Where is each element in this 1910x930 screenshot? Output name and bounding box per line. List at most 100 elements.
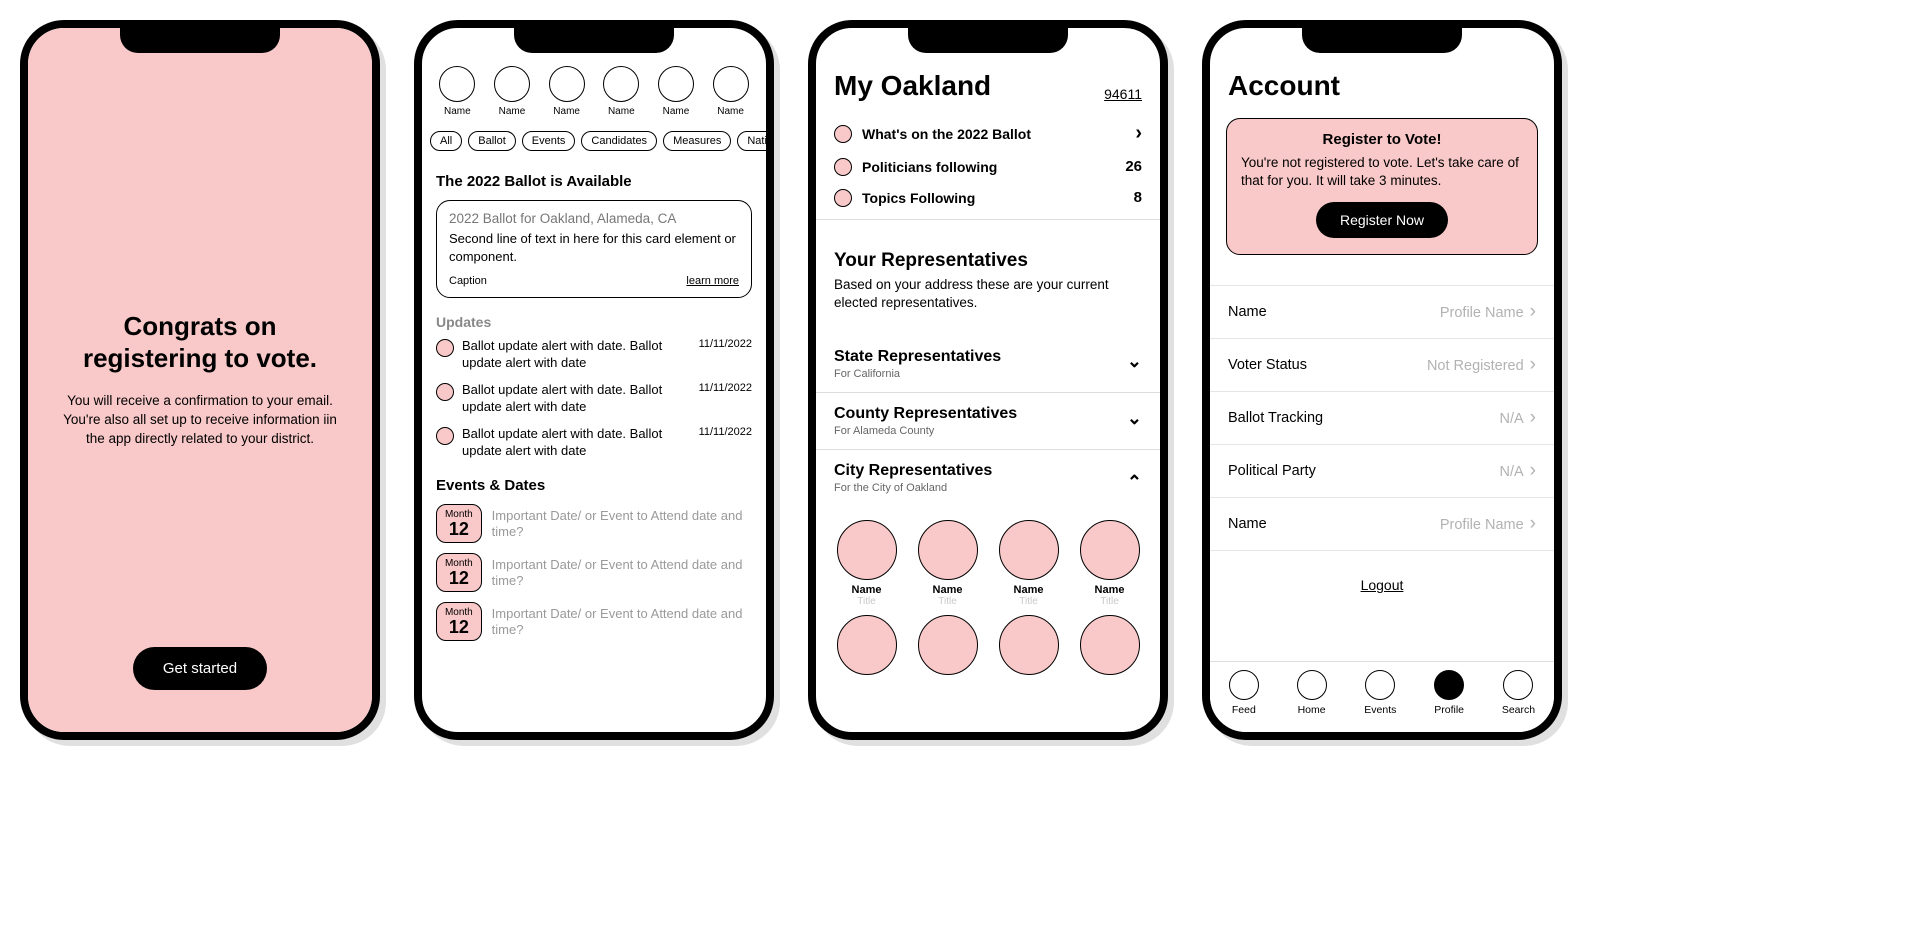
date-badge: Month 12 [436,504,482,543]
accordion-state[interactable]: State Representatives For California [816,336,1160,393]
setting-key: Ballot Tracking [1228,410,1323,426]
event-row[interactable]: Month 12 Important Date/ or Event to Att… [436,602,752,641]
tab-home[interactable]: Home [1297,670,1327,716]
page-title: My Oakland [834,70,991,102]
accordion-county[interactable]: County Representatives For Alameda Count… [816,393,1160,450]
rep-item[interactable]: NameTitle [909,520,986,607]
event-row[interactable]: Month 12 Important Date/ or Event to Att… [436,553,752,592]
chevron-right-icon [1135,122,1142,145]
rep-name: Name [1071,584,1148,596]
tab-profile[interactable]: Profile [1434,670,1464,716]
dot-icon [436,383,454,401]
date-badge: Month 12 [436,553,482,592]
notch [908,27,1068,53]
avatar-item[interactable]: Name [658,66,694,117]
chevron-right-icon [1530,358,1536,374]
rep-item[interactable]: NameTitle [1071,520,1148,607]
get-started-button[interactable]: Get started [133,647,267,690]
tab-icon [1297,670,1327,700]
rep-title: Title [1071,596,1148,607]
setting-voter-status[interactable]: Voter Status Not Registered [1210,339,1554,392]
chevron-right-icon [1530,411,1536,427]
learn-more-link[interactable]: learn more [686,275,739,287]
rep-item[interactable]: NameTitle [990,520,1067,607]
tab-label: Profile [1434,704,1464,716]
accordion-sub: For California [834,368,1001,380]
link-label: Topics Following [862,190,1124,206]
reps-heading: Your Representatives [834,250,1142,272]
event-text: Important Date/ or Event to Attend date … [492,557,752,590]
rep-item[interactable] [828,615,905,675]
setting-value: Profile Name [1440,517,1524,533]
city-reps-grid-2 [816,607,1160,675]
tab-feed[interactable]: Feed [1229,670,1259,716]
register-now-button[interactable]: Register Now [1316,202,1448,238]
avatar-label: Name [663,106,690,117]
setting-value: Not Registered [1427,358,1524,374]
setting-name-2[interactable]: Name Profile Name [1210,498,1554,551]
logout-link[interactable]: Logout [1210,577,1554,593]
dot-icon [834,125,852,143]
link-value: 8 [1134,189,1142,206]
notch [1302,27,1462,53]
account-screen: Account Register to Vote! You're not reg… [1210,28,1554,732]
chip-candidates[interactable]: Candidates [581,131,657,151]
phone-congrats: Congrats on registering to vote. You wil… [20,20,380,740]
chip-events[interactable]: Events [522,131,576,151]
link-label: Politicians following [862,159,1115,175]
tab-icon [1503,670,1533,700]
chip-national-news[interactable]: National News [737,131,766,151]
date-day: 12 [437,520,481,538]
tab-search[interactable]: Search [1502,670,1535,716]
chevron-down-icon [1127,354,1142,375]
chip-all[interactable]: All [430,131,462,151]
tab-events[interactable]: Events [1364,670,1396,716]
chip-ballot[interactable]: Ballot [468,131,516,151]
chip-measures[interactable]: Measures [663,131,731,151]
register-heading: Register to Vote! [1241,131,1523,148]
setting-ballot-tracking[interactable]: Ballot Tracking N/A [1210,392,1554,445]
link-ballot[interactable]: What's on the 2022 Ballot [816,116,1160,151]
zip-link[interactable]: 94611 [1104,86,1142,102]
dot-icon [834,189,852,207]
congrats-screen: Congrats on registering to vote. You wil… [28,28,372,732]
rep-title: Title [828,596,905,607]
link-politicians[interactable]: Politicians following 26 [816,151,1160,182]
update-row[interactable]: Ballot update alert with date. Ballot up… [436,382,752,416]
avatar-item[interactable]: Name [603,66,639,117]
date-day: 12 [437,569,481,587]
avatar-item[interactable]: Name [549,66,585,117]
ballot-card[interactable]: 2022 Ballot for Oakland, Alameda, CA Sec… [436,200,752,298]
chevron-right-icon [1530,305,1536,321]
update-row[interactable]: Ballot update alert with date. Ballot up… [436,338,752,372]
tab-icon [1365,670,1395,700]
rep-item[interactable]: NameTitle [828,520,905,607]
update-text: Ballot update alert with date. Ballot up… [462,338,691,372]
page-title: Account [1210,70,1554,118]
rep-item[interactable] [909,615,986,675]
tab-label: Search [1502,704,1535,716]
date-day: 12 [437,618,481,636]
avatar-icon [999,615,1059,675]
card-body: Second line of text in here for this car… [449,230,739,265]
avatar-item[interactable]: Name [713,66,749,117]
accordion-title: State Representatives [834,348,1001,366]
accordion-sub: For Alameda County [834,425,1017,437]
setting-political-party[interactable]: Political Party N/A [1210,445,1554,498]
setting-name[interactable]: Name Profile Name [1210,285,1554,339]
update-row[interactable]: Ballot update alert with date. Ballot up… [436,426,752,460]
link-topics[interactable]: Topics Following 8 [816,182,1160,213]
avatar-icon [1080,615,1140,675]
rep-item[interactable] [990,615,1067,675]
setting-value: Profile Name [1440,305,1524,321]
accordion-city[interactable]: City Representatives For the City of Oak… [816,450,1160,506]
avatar-item[interactable]: Name [494,66,530,117]
link-label: What's on the 2022 Ballot [862,126,1125,142]
event-row[interactable]: Month 12 Important Date/ or Event to Att… [436,504,752,543]
rep-item[interactable] [1071,615,1148,675]
accordion-sub: For the City of Oakland [834,482,992,494]
avatar-item[interactable]: Name [439,66,475,117]
congrats-body: You will receive a confirmation to your … [54,392,346,449]
avatar-icon [549,66,585,102]
my-oakland-screen: My Oakland 94611 What's on the 2022 Ball… [816,28,1160,732]
